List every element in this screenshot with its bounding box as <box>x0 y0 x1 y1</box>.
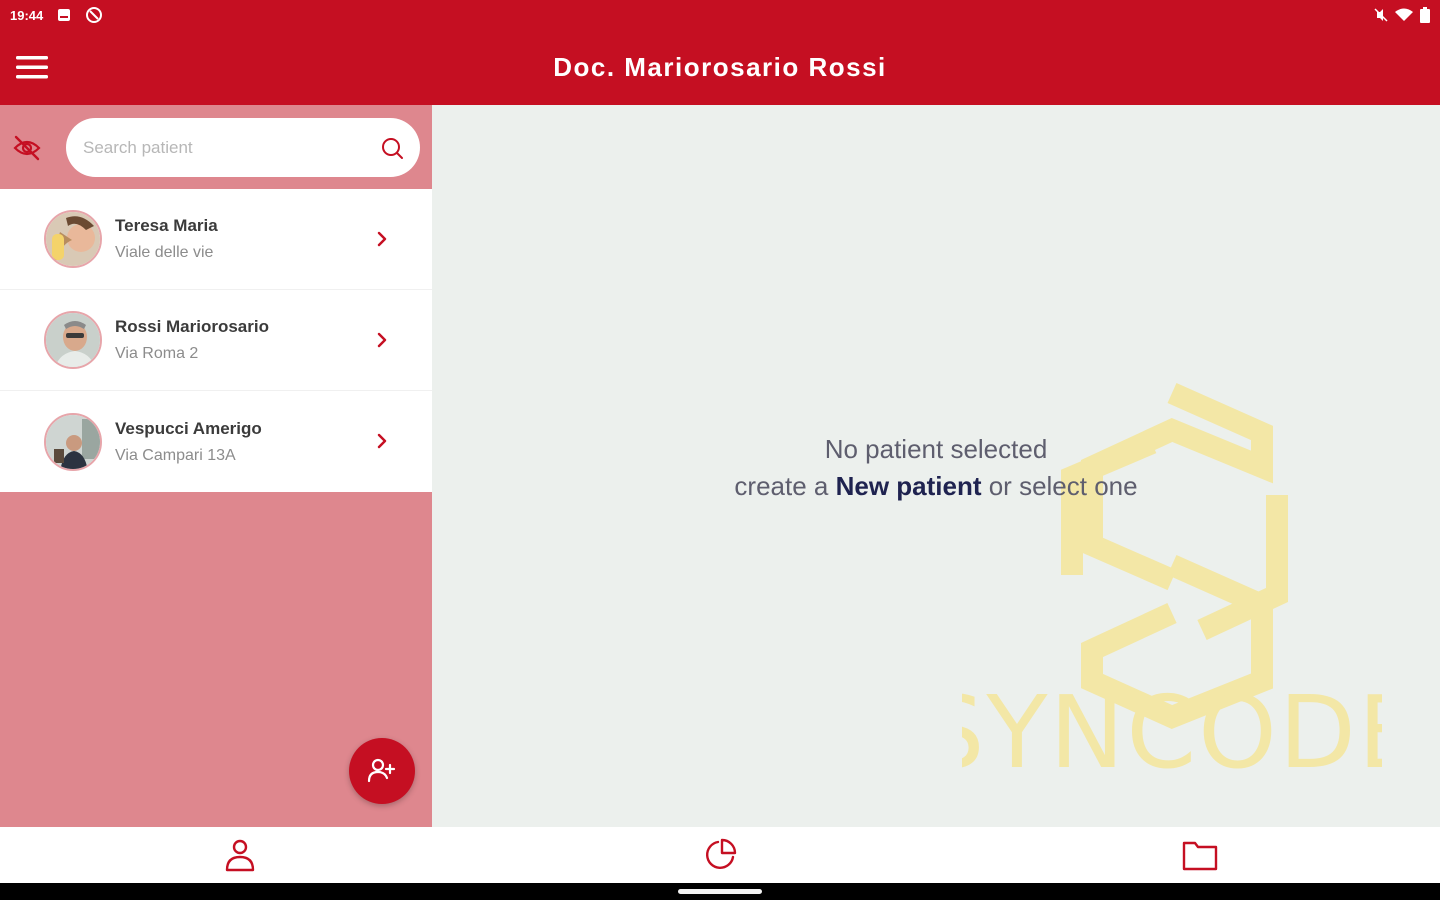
nav-statistics-tab[interactable] <box>480 827 960 883</box>
avatar <box>44 412 102 471</box>
person-icon <box>225 839 255 872</box>
empty-state-message: No patient selected create a New patient… <box>432 431 1440 505</box>
status-bar: 19:44 <box>0 0 1440 30</box>
home-indicator[interactable] <box>678 889 762 894</box>
avatar <box>44 311 102 369</box>
bottom-navigation <box>0 827 1440 883</box>
patient-text: Rossi Mariorosario Via Roma 2 <box>115 317 269 363</box>
battery-icon <box>1420 7 1430 23</box>
patient-sidebar: Teresa Maria Viale delle vie Rossi Mario… <box>0 105 432 827</box>
pie-chart-icon <box>705 838 737 870</box>
nav-patients-tab[interactable] <box>0 827 480 883</box>
patient-name: Rossi Mariorosario <box>115 317 269 336</box>
patient-address: Viale delle vie <box>115 244 214 261</box>
empty-state-subtitle: create a New patient or select one <box>432 468 1440 505</box>
patient-address: Via Campari 13A <box>115 446 236 464</box>
patient-name: Teresa Maria <box>115 216 218 235</box>
page-title: Doc. Mariorosario Rossi <box>553 52 887 82</box>
mute-icon <box>1374 8 1388 22</box>
avatar <box>44 210 102 268</box>
patient-list-item[interactable]: Rossi Mariorosario Via Roma 2 <box>0 290 432 391</box>
eye-off-icon <box>13 135 41 161</box>
add-person-icon <box>367 758 396 783</box>
notification-icon <box>57 8 71 22</box>
chevron-right-icon <box>372 328 392 352</box>
app-bar: Doc. Mariorosario Rossi <box>0 30 1440 105</box>
wifi-icon <box>1394 8 1414 22</box>
system-navigation-bar <box>0 883 1440 900</box>
chevron-right-icon <box>372 429 392 453</box>
search-icon <box>382 137 403 159</box>
chevron-right-icon <box>372 227 392 251</box>
nav-documents-tab[interactable] <box>960 827 1440 883</box>
patient-list: Teresa Maria Viale delle vie Rossi Mario… <box>0 189 432 492</box>
patient-name: Vespucci Amerigo <box>115 418 262 438</box>
empty-state-title: No patient selected <box>824 434 1048 464</box>
menu-button[interactable] <box>14 52 50 82</box>
watermark-text: SYNCODE <box>962 674 1382 775</box>
data-saver-icon <box>85 6 103 24</box>
status-time: 19:44 <box>10 7 44 23</box>
empty-state-prefix: create a <box>734 471 836 501</box>
patient-text: Vespucci Amerigo Via Campari 13A <box>115 419 262 465</box>
patient-list-item[interactable]: Vespucci Amerigo Via Campari 13A <box>0 391 432 492</box>
empty-state-suffix: or select one <box>981 471 1138 501</box>
patient-list-item[interactable]: Teresa Maria Viale delle vie <box>0 189 432 290</box>
search-row <box>0 105 432 189</box>
search-box <box>66 118 420 177</box>
patient-detail-area: SYNCODE No patient selected create a New… <box>432 105 1440 827</box>
new-patient-link[interactable]: New patient <box>836 471 982 501</box>
visibility-toggle-button[interactable] <box>10 131 44 165</box>
hamburger-menu-icon <box>16 56 48 79</box>
patient-address: Via Roma 2 <box>115 345 199 362</box>
search-button[interactable] <box>378 134 406 162</box>
folder-icon <box>1182 841 1218 871</box>
patient-text: Teresa Maria Viale delle vie <box>115 216 218 262</box>
search-input[interactable] <box>81 136 378 159</box>
add-patient-button[interactable] <box>349 738 415 804</box>
